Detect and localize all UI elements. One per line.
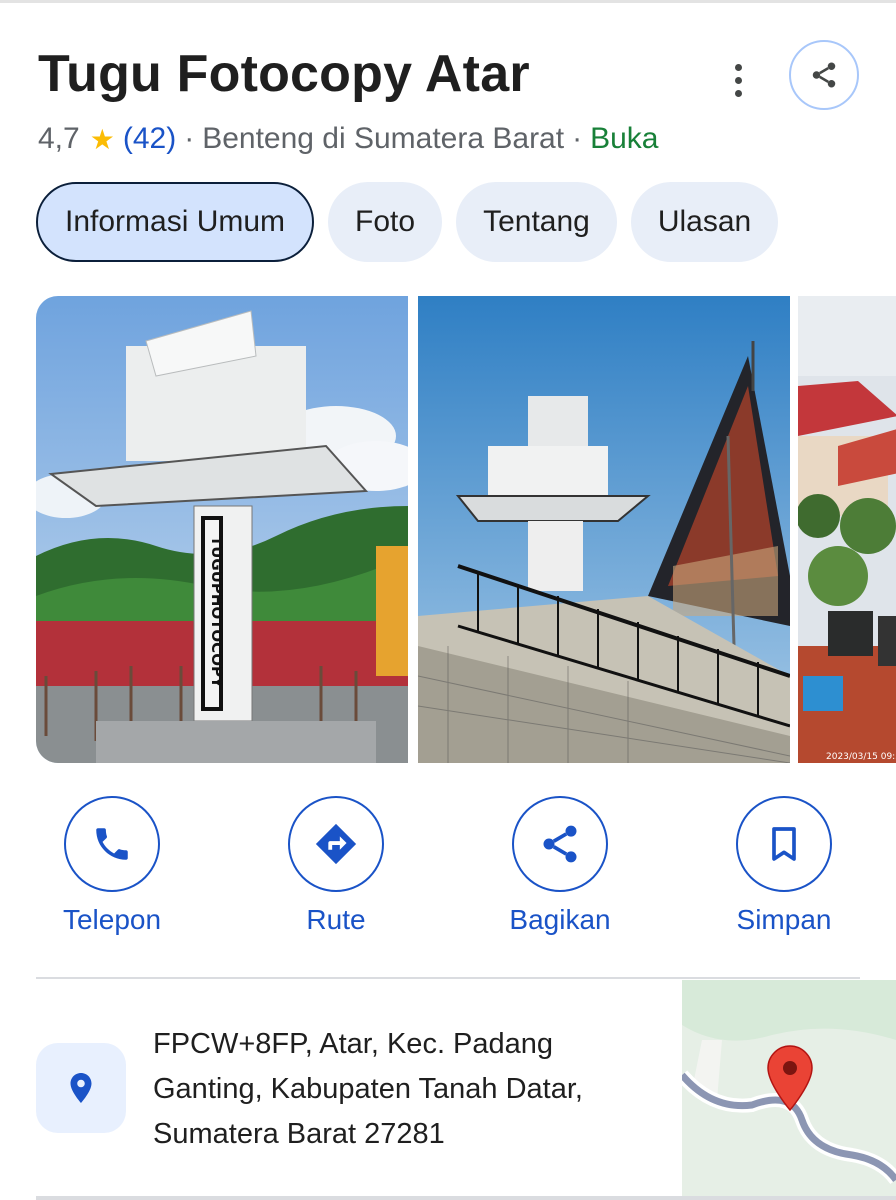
separator: · — [572, 122, 583, 155]
address-line: Sumatera Barat 27281 — [153, 1118, 445, 1150]
photo-carousel[interactable]: TUGUPHOTOCOPY 2023/03/15 09:5 — [36, 296, 896, 763]
directions-button[interactable]: Rute — [246, 796, 426, 936]
map-thumbnail[interactable] — [682, 980, 896, 1200]
address-line: Ganting, Kabupaten Tanah Datar, — [153, 1073, 583, 1105]
phone-icon — [96, 828, 128, 860]
directions-icon — [315, 823, 357, 865]
more-dot — [734, 89, 742, 97]
photo-monument-side[interactable] — [418, 296, 790, 763]
address-line: FPCW+8FP, Atar, Kec. Padang — [153, 1028, 554, 1060]
address-icon-box — [36, 1043, 126, 1133]
share-button-circle[interactable] — [512, 796, 608, 892]
bookmark-icon — [772, 827, 796, 861]
call-button[interactable]: Telepon — [22, 796, 202, 936]
more-dot — [734, 63, 742, 71]
share-icon — [543, 825, 577, 863]
review-count-link[interactable]: (42) — [123, 122, 176, 156]
share-button[interactable]: Bagikan — [470, 796, 650, 936]
call-button-circle[interactable] — [64, 796, 160, 892]
place-summary: 4,7 ★ (42) · Benteng di Sumatera Barat ·… — [38, 122, 658, 156]
tab-ulasan[interactable]: Ulasan — [630, 182, 779, 262]
open-status: Buka — [590, 122, 659, 155]
more-dot — [734, 76, 742, 84]
share-label: Bagikan — [509, 904, 611, 935]
place-category: Benteng di Sumatera Barat — [202, 122, 565, 155]
save-button-circle[interactable] — [736, 796, 832, 892]
rating-value: 4,7 — [38, 122, 80, 155]
bottom-divider — [36, 1196, 896, 1200]
call-label: Telepon — [62, 904, 162, 935]
tab-foto[interactable]: Foto — [328, 182, 443, 262]
top-border — [0, 0, 896, 3]
place-title: Tugu Fotocopy Atar — [38, 45, 530, 103]
share-header-button[interactable] — [789, 40, 859, 110]
tab-informasi-umum[interactable]: Informasi Umum — [36, 182, 315, 262]
more-options-button[interactable] — [716, 54, 760, 106]
directions-label: Rute — [306, 904, 366, 935]
star-icon: ★ — [89, 123, 115, 155]
tab-bar: Informasi Umum Foto Tentang Ulasan — [36, 182, 779, 264]
address-text[interactable]: FPCW+8FP, Atar, Kec. Padang Ganting, Kab… — [153, 1022, 673, 1157]
action-bar: Telepon Rute Bagikan Simpan — [0, 796, 896, 946]
photo-timestamp: 2023/03/15 09:5 — [826, 752, 896, 762]
directions-button-circle[interactable] — [288, 796, 384, 892]
photo-monument-front[interactable]: TUGUPHOTOCOPY — [36, 296, 408, 763]
section-divider — [36, 977, 860, 979]
tab-tentang[interactable]: Tentang — [456, 182, 617, 262]
location-pin-icon — [70, 1073, 92, 1103]
photo-houses-plants[interactable]: 2023/03/15 09:5 — [798, 296, 896, 763]
save-button[interactable]: Simpan — [694, 796, 874, 936]
monument-sign-text: TUGUPHOTOCOPY — [208, 536, 226, 689]
save-label: Simpan — [736, 904, 832, 935]
separator: · — [184, 122, 195, 155]
share-icon — [812, 62, 836, 88]
